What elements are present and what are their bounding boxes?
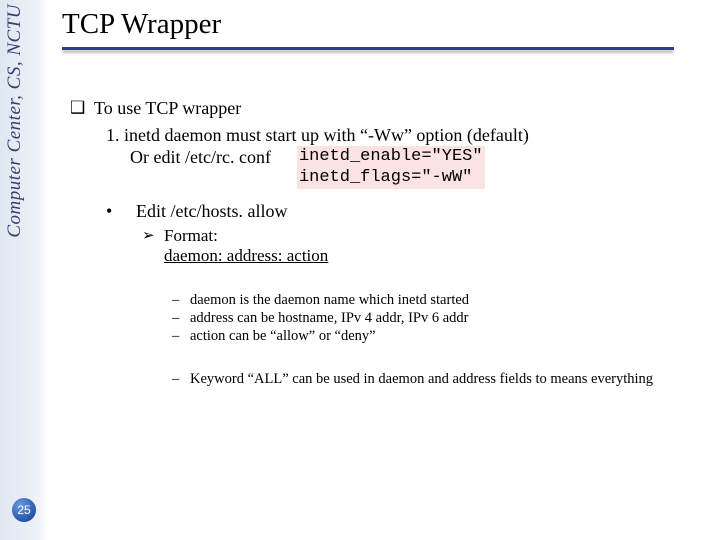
format-block: Format: daemon: address: action — [164, 226, 328, 266]
bullet-level2: • Edit /etc/hosts. allow — [106, 201, 710, 222]
dash-bullet-icon: – — [172, 292, 190, 309]
slide-body: ❑ To use TCP wrapper 1. inetd daemon mus… — [62, 98, 710, 388]
arrow-bullet-icon: ➢ — [142, 226, 164, 266]
dot-bullet-icon: • — [106, 201, 136, 222]
bullet-level3: ➢ Format: daemon: address: action — [142, 226, 710, 266]
bullet-level4: – daemon is the daemon name which inetd … — [172, 292, 710, 309]
format-underline: daemon: address: action — [164, 246, 328, 265]
bullet-text: action can be “allow” or “deny” — [190, 328, 376, 345]
sidebar: Computer Center, CS, NCTU 25 — [0, 0, 48, 540]
org-label: Computer Center, CS, NCTU — [4, 4, 26, 238]
step-1-line-a: 1. inetd daemon must start up with “-Ww”… — [106, 125, 710, 146]
dash-bullet-icon: – — [172, 328, 190, 345]
bullet-level4: – Keyword “ALL” can be used in daemon an… — [172, 371, 710, 388]
slide-title: TCP Wrapper — [62, 8, 710, 43]
bullet-text: To use TCP wrapper — [94, 98, 241, 119]
dash-bullet-icon: – — [172, 371, 190, 388]
slide-content: TCP Wrapper ❑ To use TCP wrapper 1. inet… — [62, 8, 710, 388]
step-1-line-b: Or edit /etc/rc. conf — [130, 147, 271, 168]
bullet-level4: – action can be “allow” or “deny” — [172, 328, 710, 345]
code-line: inetd_flags="-wW" — [299, 167, 483, 188]
square-bullet-icon: ❑ — [70, 98, 94, 119]
code-snippet: inetd_enable="YES" inetd_flags="-wW" — [297, 146, 485, 189]
dash-bullet-icon: – — [172, 310, 190, 327]
title-underline — [62, 47, 674, 50]
bullet-level4: – address can be hostname, IPv 4 addr, I… — [172, 310, 710, 327]
bullet-text: address can be hostname, IPv 4 addr, IPv… — [190, 310, 468, 327]
bullet-level1: ❑ To use TCP wrapper — [70, 98, 710, 119]
bullet-text: daemon is the daemon name which inetd st… — [190, 292, 469, 309]
code-line: inetd_enable="YES" — [299, 146, 483, 167]
bullet-text: Edit /etc/hosts. allow — [136, 201, 287, 222]
bullet-text: Keyword “ALL” can be used in daemon and … — [190, 371, 653, 388]
page-number-badge: 25 — [12, 498, 36, 522]
format-label: Format: — [164, 226, 218, 245]
